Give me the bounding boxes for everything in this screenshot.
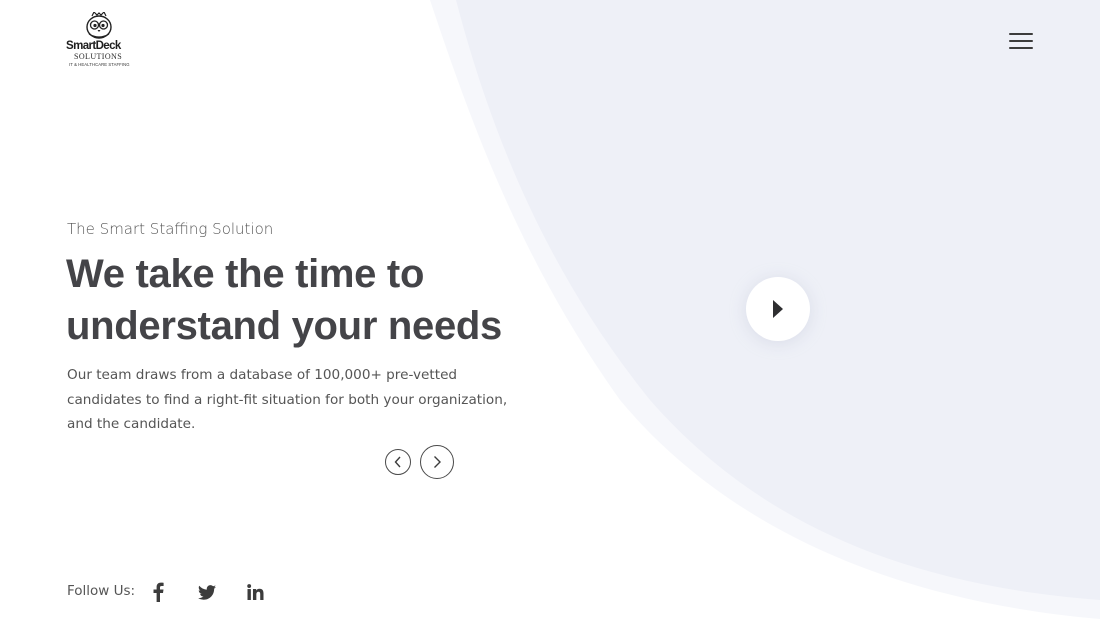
hero-description: Our team draws from a database of 100,00… — [67, 367, 508, 432]
hero-headline-line-2: understand your needs — [66, 304, 503, 348]
video-play-button[interactable] — [746, 277, 810, 341]
logo-sub-text: SOLUTIONS — [74, 52, 123, 61]
hero-headline-line-1: We take the time to — [66, 252, 425, 296]
slider-next-button[interactable] — [420, 445, 454, 479]
hamburger-menu-icon[interactable] — [1005, 30, 1037, 52]
slider-prev-button[interactable] — [385, 449, 411, 475]
company-logo[interactable]: SmartDeck SOLUTIONS IT & HEALTHCARE STAF… — [64, 12, 134, 70]
twitter-icon[interactable] — [197, 582, 217, 602]
chevron-left-icon — [394, 456, 401, 468]
hero-eyebrow: The Smart Staffing Solution — [67, 220, 274, 238]
play-icon — [773, 300, 783, 318]
logo-brand-text: SmartDeck — [66, 40, 121, 52]
owl-mascot-icon — [86, 12, 112, 39]
linkedin-icon[interactable] — [245, 582, 265, 602]
hero-page: SmartDeck SOLUTIONS IT & HEALTHCARE STAF… — [0, 0, 1100, 619]
logo-tagline: IT & HEALTHCARE STAFFING — [69, 62, 130, 67]
hero-headline: We take the time to understand your need… — [66, 248, 566, 352]
chevron-right-icon — [434, 456, 441, 468]
facebook-icon[interactable] — [148, 582, 168, 602]
follow-us: Follow Us: — [67, 580, 135, 602]
follow-us-label: Follow Us: — [67, 583, 136, 599]
